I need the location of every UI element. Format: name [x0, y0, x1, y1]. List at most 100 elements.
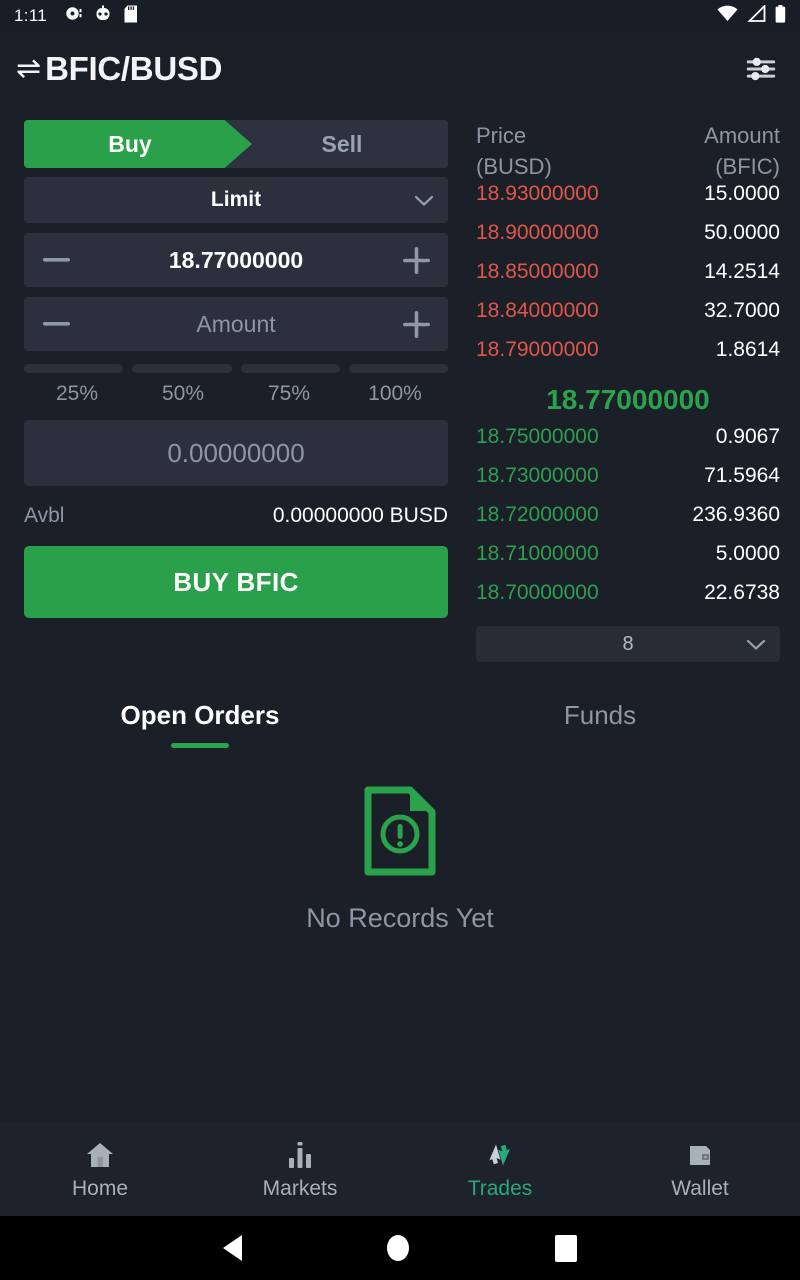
status-bar-right-icons: [717, 3, 786, 28]
bid-amount: 236.9360: [692, 503, 780, 526]
ask-row[interactable]: 18.85000000 14.2514: [476, 260, 780, 299]
nav-item-trades[interactable]: Trades: [400, 1138, 600, 1201]
bid-row[interactable]: 18.75000000 0.9067: [476, 425, 780, 464]
lower-tabs: Open Orders Funds: [0, 700, 800, 748]
ask-row[interactable]: 18.93000000 15.0000: [476, 182, 780, 221]
back-triangle-icon[interactable]: [222, 1235, 242, 1261]
ask-price: 18.90000000: [476, 221, 599, 244]
bid-price: 18.70000000: [476, 581, 599, 604]
ask-amount: 50.0000: [704, 221, 780, 244]
ask-amount: 14.2514: [704, 260, 780, 283]
amount-increment-button[interactable]: [384, 297, 448, 351]
percent-label-50[interactable]: 50%: [130, 382, 236, 406]
sell-tab[interactable]: Sell: [236, 120, 448, 168]
total-input[interactable]: 0.00000000: [24, 420, 448, 486]
decimal-precision-value: 8: [622, 632, 634, 655]
total-value: 0.00000000: [167, 437, 305, 468]
ask-amount: 32.7000: [704, 299, 780, 322]
percent-label-100[interactable]: 100%: [342, 382, 448, 406]
price-input[interactable]: 18.77000000: [88, 247, 384, 274]
notification-dot-icon: [65, 5, 82, 27]
amount-input[interactable]: Amount: [88, 311, 384, 338]
ask-row[interactable]: 18.84000000 32.7000: [476, 299, 780, 338]
home-icon: [85, 1138, 115, 1170]
price-decrement-button[interactable]: [24, 233, 88, 287]
trade-area: Buy Sell Limit 18.77000000 Amount 25% 50…: [0, 106, 800, 662]
order-book-header-units: (BUSD) (BFIC): [476, 151, 780, 182]
price-increment-button[interactable]: [384, 233, 448, 287]
chevron-down-icon: [414, 194, 434, 206]
exchange-arrows-icon: [485, 1138, 515, 1170]
nav-item-wallet-label: Wallet: [671, 1176, 729, 1200]
recents-square-icon[interactable]: [555, 1234, 578, 1262]
order-book: Price Amount (BUSD) (BFIC) 18.93000000 1…: [462, 120, 790, 662]
bid-row[interactable]: 18.73000000 71.5964: [476, 464, 780, 503]
document-alert-icon: [362, 786, 438, 881]
order-book-header: Price Amount: [476, 120, 780, 151]
bid-price: 18.75000000: [476, 425, 599, 448]
swap-arrows-icon: ⇌: [16, 52, 42, 85]
percent-label-25[interactable]: 25%: [24, 382, 130, 406]
nav-item-home-label: Home: [71, 1176, 129, 1200]
percent-bar-50[interactable]: [132, 364, 232, 373]
order-type-select[interactable]: Limit: [24, 177, 448, 223]
ask-price: 18.85000000: [476, 260, 599, 283]
pair-selector[interactable]: ⇌ BFIC/BUSD: [16, 50, 222, 88]
bid-price: 18.72000000: [476, 503, 599, 526]
buy-tab-label: Buy: [108, 130, 152, 157]
battery-icon: [775, 4, 786, 28]
nav-item-markets-label: Markets: [262, 1176, 338, 1200]
bid-amount: 5.0000: [715, 542, 780, 565]
status-bar: 1:11: [0, 0, 800, 32]
chevron-down-icon: [746, 638, 766, 650]
ask-price: 18.84000000: [476, 299, 599, 322]
percent-label-75[interactable]: 75%: [236, 382, 342, 406]
ask-amount: 1.8614: [715, 338, 780, 361]
status-bar-left-icons: [65, 5, 138, 28]
amount-stepper: Amount: [24, 297, 448, 351]
ask-amount: 15.0000: [704, 182, 780, 205]
percent-bar-25[interactable]: [24, 364, 124, 373]
bottom-navigation: Home Markets Trades Wallet: [0, 1122, 800, 1216]
app-bar: ⇌ BFIC/BUSD: [0, 32, 800, 106]
sd-card-icon: [124, 5, 138, 28]
nav-item-markets[interactable]: Markets: [200, 1138, 400, 1201]
amount-decrement-button[interactable]: [24, 297, 88, 351]
home-circle-icon[interactable]: [387, 1235, 410, 1261]
buy-submit-button[interactable]: BUY BFIC: [24, 546, 448, 618]
nav-item-wallet[interactable]: Wallet: [600, 1138, 800, 1201]
tab-funds[interactable]: Funds: [400, 700, 800, 748]
bid-row[interactable]: 18.70000000 22.6738: [476, 581, 780, 620]
bid-amount: 0.9067: [715, 425, 780, 448]
buy-tab[interactable]: Buy: [24, 120, 236, 168]
status-bar-time: 1:11: [14, 6, 48, 25]
ask-row[interactable]: 18.90000000 50.0000: [476, 221, 780, 260]
bid-row[interactable]: 18.72000000 236.9360: [476, 503, 780, 542]
system-navigation-bar: [0, 1216, 800, 1280]
page-title: BFIC/BUSD: [45, 50, 223, 87]
buy-sell-toggle: Buy Sell: [24, 120, 448, 168]
bid-price: 18.73000000: [476, 464, 599, 487]
tab-open-orders-label: Open Orders: [120, 700, 280, 730]
empty-state-text: No Records Yet: [306, 903, 494, 933]
wallet-icon: [685, 1138, 715, 1170]
nav-item-home[interactable]: Home: [0, 1138, 200, 1201]
tab-open-orders[interactable]: Open Orders: [0, 700, 400, 748]
percent-bar-75[interactable]: [240, 364, 340, 373]
usb-debug-icon: [95, 5, 111, 28]
order-book-amount-unit: (BFIC): [715, 154, 780, 179]
sliders-icon[interactable]: [744, 52, 778, 86]
bid-row[interactable]: 18.71000000 5.0000: [476, 542, 780, 581]
percent-bar-100[interactable]: [348, 364, 448, 373]
tab-funds-label: Funds: [563, 700, 637, 730]
bid-amount: 22.6738: [704, 581, 780, 604]
nav-item-trades-label: Trades: [467, 1176, 533, 1200]
order-form: Buy Sell Limit 18.77000000 Amount 25% 50…: [10, 120, 462, 662]
ask-row[interactable]: 18.79000000 1.8614: [476, 338, 780, 377]
cellular-signal-icon: [747, 3, 766, 27]
decimal-precision-select[interactable]: 8: [476, 626, 780, 662]
main-content: Buy Sell Limit 18.77000000 Amount 25% 50…: [0, 106, 800, 1122]
order-book-price-header: Price: [476, 123, 527, 148]
available-label: Avbl: [24, 504, 65, 527]
percent-slider-track[interactable]: [24, 364, 448, 373]
